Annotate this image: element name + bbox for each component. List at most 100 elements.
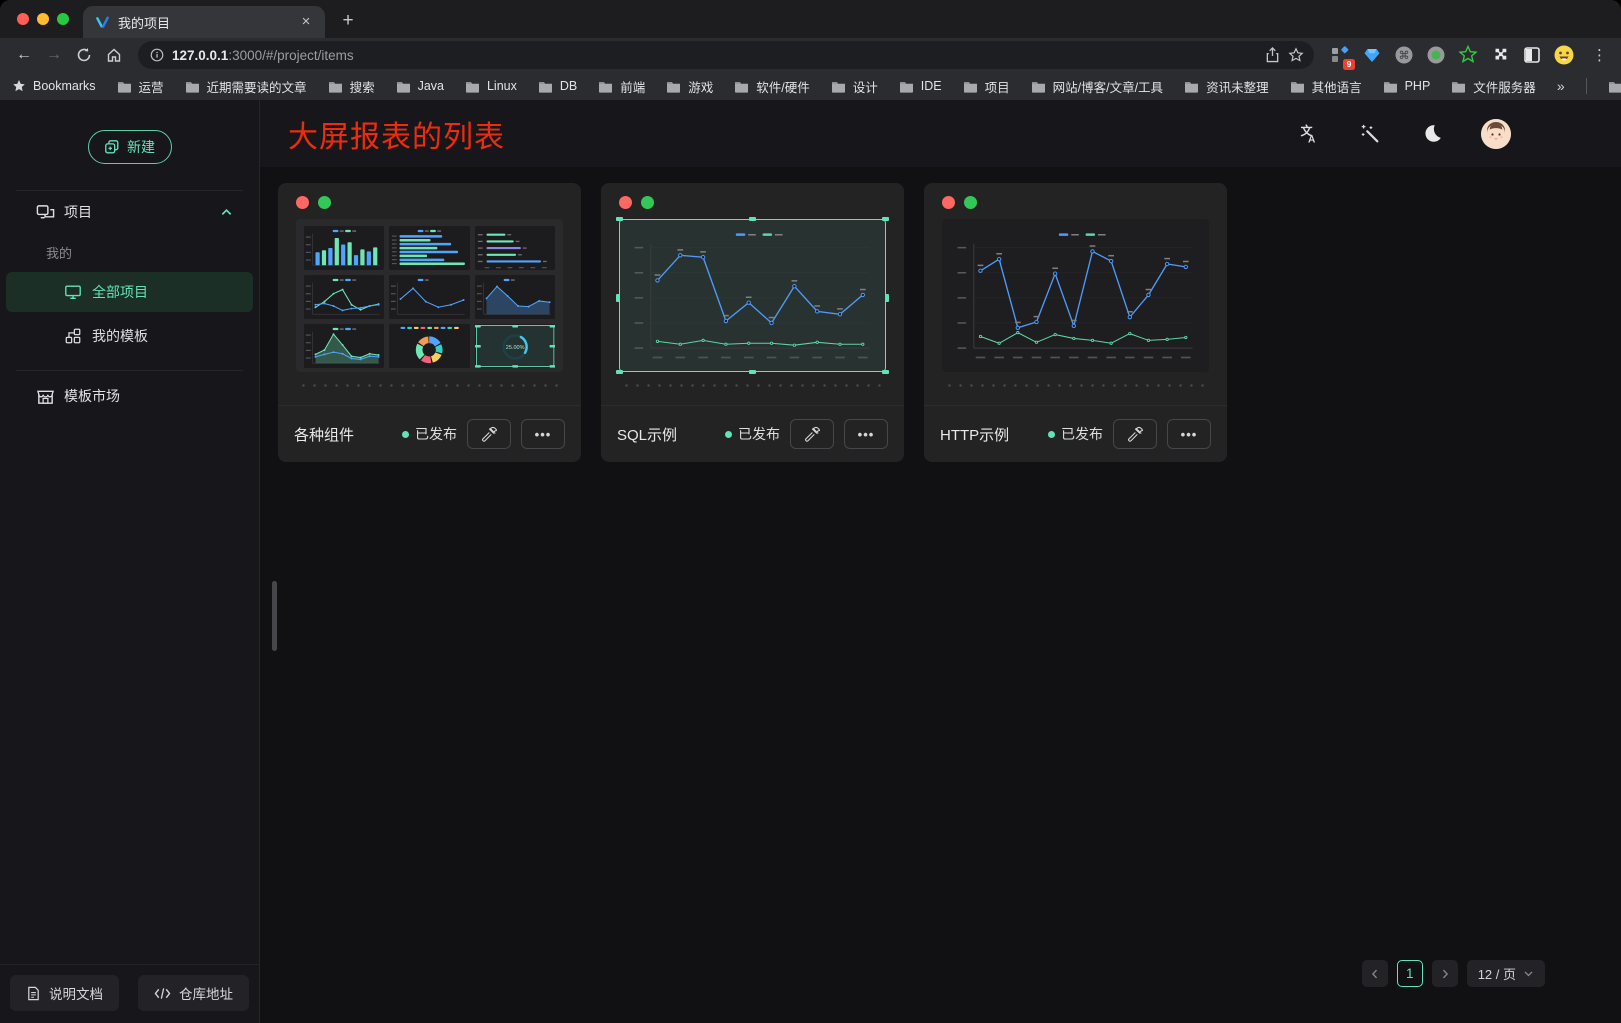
home-icon[interactable]	[100, 41, 128, 69]
browser-toolbar: ← → 127.0.0.1:3000/#/project/items 9	[0, 38, 1621, 72]
repo-button[interactable]: 仓库地址	[138, 975, 249, 1011]
edit-hammer-button[interactable]	[1113, 419, 1157, 449]
forward-icon[interactable]: →	[40, 41, 68, 69]
sidebar-item-label: 我的模板	[92, 326, 148, 346]
sidebar-item-my-templates[interactable]: 我的模板	[6, 316, 253, 356]
more-options-button[interactable]: •••	[521, 419, 565, 449]
selection-handle[interactable]	[885, 294, 889, 302]
mini-chart-progress-bars	[475, 226, 555, 270]
bookmark-folder[interactable]: 游戏	[666, 77, 713, 96]
profile-emoji-icon[interactable]	[1552, 44, 1575, 67]
bookmark-folder[interactable]: Java	[396, 79, 444, 93]
project-preview[interactable]	[942, 219, 1209, 372]
selection-handle[interactable]	[882, 370, 889, 374]
dark-reader-extension-icon[interactable]	[1520, 44, 1543, 67]
bookmark-folder[interactable]: 前端	[598, 77, 645, 96]
header-actions: 文A	[1295, 119, 1511, 149]
new-project-button[interactable]: 新建	[88, 130, 172, 164]
document-icon	[26, 986, 41, 1001]
bookmark-folder-label: 近期需要读的文章	[207, 77, 307, 96]
selection-handle[interactable]	[749, 370, 756, 374]
main-header: 大屏报表的列表 文A	[260, 100, 1621, 167]
selection-handle[interactable]	[749, 217, 756, 221]
docs-button[interactable]: 说明文档	[10, 975, 119, 1011]
page-size-select[interactable]: 12 / 页	[1467, 960, 1545, 987]
bookmark-folder[interactable]: DB	[538, 79, 577, 93]
back-icon[interactable]: ←	[10, 41, 38, 69]
command-extension-icon[interactable]: ⌘	[1392, 44, 1415, 67]
bookmark-folder[interactable]: 项目	[963, 77, 1010, 96]
bookmark-folder[interactable]: 文件服务器	[1451, 77, 1536, 96]
sidebar-market-label: 模板市场	[64, 386, 120, 406]
project-preview[interactable]: 25.00%	[296, 219, 563, 372]
chevron-down-icon	[1523, 968, 1534, 979]
bookmarks-overflow-chevron[interactable]: »	[1557, 78, 1565, 94]
language-icon[interactable]: 文A	[1295, 121, 1321, 147]
bookmark-folder[interactable]: 资讯未整理	[1184, 77, 1269, 96]
edit-hammer-button[interactable]	[790, 419, 834, 449]
bookmark-folder-label: 文件服务器	[1473, 77, 1536, 96]
bookmark-folder[interactable]: 运营	[117, 77, 164, 96]
new-tab-button[interactable]: +	[333, 7, 363, 37]
mini-chart-grid: 25.00%	[304, 226, 555, 365]
browser-tab[interactable]: 我的项目 ×	[83, 6, 325, 38]
address-bar[interactable]: 127.0.0.1:3000/#/project/items	[138, 41, 1314, 69]
bookmark-folder[interactable]: 其他语言	[1290, 77, 1362, 96]
tab-manager-extension-icon[interactable]: 9	[1328, 44, 1351, 67]
bookmark-folder[interactable]: PHP	[1383, 79, 1431, 93]
project-preview[interactable]	[619, 219, 886, 372]
share-icon[interactable]	[1265, 47, 1280, 63]
mini-chart-area	[304, 324, 384, 368]
main-area: 大屏报表的列表 文A 25.00%各种组	[260, 100, 1621, 1023]
selection-handle[interactable]	[616, 370, 623, 374]
extensions-row: 9 ⌘ ⋮	[1324, 44, 1613, 67]
bookmark-folder[interactable]: IDE	[899, 79, 942, 93]
tab-close-icon[interactable]: ×	[297, 13, 315, 31]
bookmark-star-icon[interactable]	[1288, 47, 1304, 63]
bookmark-folder-label: 项目	[985, 77, 1010, 96]
bookmark-folder[interactable]: 设计	[831, 77, 878, 96]
minimize-window-button[interactable]	[37, 13, 49, 25]
magic-wand-icon[interactable]	[1357, 121, 1383, 147]
green-star-extension-icon[interactable]	[1456, 44, 1479, 67]
bookmark-folder[interactable]: 网站/博客/文章/工具	[1031, 77, 1163, 96]
chevron-up-icon[interactable]	[220, 206, 233, 219]
bookmark-folder-label: 软件/硬件	[756, 77, 809, 96]
bookmarks-bar: Bookmarks 运营 近期需要读的文章 搜索 Java Linux DB 前端 游戏 软件/…	[0, 72, 1621, 100]
scrollbar-thumb[interactable]	[272, 581, 277, 651]
other-bookmarks-folder[interactable]: 其他书签	[1608, 77, 1621, 96]
sidebar-item-template-market[interactable]: 模板市场	[0, 375, 259, 417]
red-dot-icon	[619, 196, 632, 209]
reload-icon[interactable]	[70, 41, 98, 69]
bookmark-folder[interactable]: 近期需要读的文章	[185, 77, 307, 96]
sidebar-section-project[interactable]: 项目	[0, 191, 259, 233]
sidebar-bottom: 说明文档 仓库地址	[0, 964, 259, 1023]
user-avatar[interactable]	[1481, 119, 1511, 149]
bookmark-folder[interactable]: Linux	[465, 79, 517, 93]
bookmark-folder[interactable]: 搜索	[328, 77, 375, 96]
close-window-button[interactable]	[17, 13, 29, 25]
card-footer: 各种组件已发布•••	[278, 405, 581, 462]
bookmark-folder-label: DB	[560, 79, 577, 93]
bookmark-folder[interactable]: 软件/硬件	[734, 77, 809, 96]
selection-handle[interactable]	[882, 217, 889, 221]
next-page-button[interactable]	[1432, 960, 1458, 987]
current-page-button[interactable]: 1	[1397, 960, 1423, 987]
edit-hammer-button[interactable]	[467, 419, 511, 449]
zoom-window-button[interactable]	[57, 13, 69, 25]
bookmarks-apps[interactable]: Bookmarks	[12, 79, 96, 93]
url-text: 127.0.0.1:3000/#/project/items	[172, 48, 1257, 63]
more-options-button[interactable]: •••	[1167, 419, 1211, 449]
chrome-menu-icon[interactable]: ⋮	[1584, 46, 1613, 64]
more-options-button[interactable]: •••	[844, 419, 888, 449]
bookmark-folder-label: 其他语言	[1312, 77, 1362, 96]
prev-page-button[interactable]	[1362, 960, 1388, 987]
recorder-extension-icon[interactable]	[1424, 44, 1447, 67]
gem-extension-icon[interactable]	[1360, 44, 1383, 67]
extensions-puzzle-icon[interactable]	[1488, 44, 1511, 67]
dark-mode-moon-icon[interactable]	[1419, 121, 1445, 147]
site-info-icon[interactable]	[150, 48, 164, 62]
selection-handle[interactable]	[616, 294, 620, 302]
sidebar-item-all-projects[interactable]: 全部项目	[6, 272, 253, 312]
selection-handle[interactable]	[616, 217, 623, 221]
